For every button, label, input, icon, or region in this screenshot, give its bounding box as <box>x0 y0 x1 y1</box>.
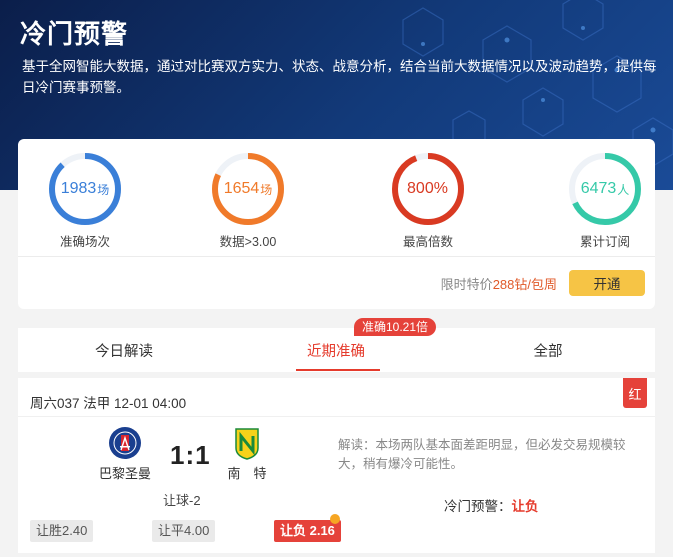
tab-today[interactable]: 今日解读 <box>18 328 230 372</box>
analysis-text: 解读：本场两队基本面差距明显，但必发交易规模较大，稍有爆冷可能性。 <box>338 438 626 471</box>
tab-bar: 今日解读 近期准确 全部 <box>18 328 655 372</box>
stat-label: 准确场次 <box>59 235 110 249</box>
warning-value: 让负 <box>511 499 539 514</box>
home-team[interactable]: 巴黎圣曼 <box>90 426 160 482</box>
stat-max-multiple: 800% 最高倍数 <box>383 151 473 250</box>
stat-number: 6473 <box>580 180 617 197</box>
match-card[interactable]: 周六037 法甲 12-01 04:00 红 巴黎圣曼 1:1 南 特 让球-2… <box>18 378 655 553</box>
price-prefix: 限时特价 <box>440 277 493 292</box>
stat-accurate-count: 1983 场 准确场次 <box>40 151 130 250</box>
active-tab-indicator <box>296 369 380 371</box>
stat-value: 1654 场 <box>210 151 286 227</box>
stat-value: 800% <box>390 151 466 227</box>
stat-number: 800% <box>407 180 448 197</box>
progress-ring: 6473 人 <box>567 151 643 227</box>
upset-warning: 冷门预警：让负 <box>444 495 539 515</box>
stat-number: 1983 <box>60 180 97 197</box>
stat-label: 最高倍数 <box>402 235 453 249</box>
stat-label: 累计订阅 <box>579 235 630 249</box>
divider <box>18 416 655 417</box>
away-team[interactable]: 南 特 <box>212 426 282 482</box>
home-team-name: 巴黎圣曼 <box>98 466 151 481</box>
accuracy-badge: 准确10.21倍 <box>354 318 437 336</box>
stat-unit: 场 <box>97 182 110 197</box>
away-team-name: 南 特 <box>227 466 267 481</box>
handicap-label: 让球-2 <box>163 493 201 508</box>
divider <box>18 256 655 257</box>
nantes-logo-icon <box>230 426 264 460</box>
page-description: 基于全网智能大数据，通过对比赛双方实力、状态、战意分析，结合当前大数据情况以及波… <box>22 59 657 95</box>
stat-unit: 人 <box>617 182 630 197</box>
price-value: 288钻/包周 <box>492 277 557 292</box>
odds-handicap-lose[interactable]: 让负 2.16 <box>274 520 341 542</box>
stat-subscribers: 6473 人 累计订阅 <box>560 151 650 250</box>
price-info: 限时特价288钻/包周 <box>441 274 557 293</box>
progress-ring: 1654 场 <box>210 151 286 227</box>
stat-over-3: 1654 场 数据>3.00 <box>203 151 293 250</box>
subscribe-button[interactable]: 开通 <box>569 270 645 296</box>
progress-ring: 800% <box>390 151 466 227</box>
stats-card: 1983 场 准确场次 1654 场 数据>3.00 800% 最高倍数 6473 人 <box>18 139 655 309</box>
stat-unit: 场 <box>260 182 273 197</box>
stat-value: 1983 场 <box>47 151 123 227</box>
warning-label: 冷门预警： <box>444 499 512 514</box>
psg-logo-icon <box>108 426 142 460</box>
stat-value: 6473 人 <box>567 151 643 227</box>
stat-label: 数据>3.00 <box>219 235 277 249</box>
match-score: 1:1 <box>170 440 211 470</box>
match-header: 周六037 法甲 12-01 04:00 <box>30 396 187 411</box>
page-title: 冷门预警 <box>20 19 129 49</box>
progress-ring: 1983 场 <box>47 151 123 227</box>
tab-all[interactable]: 全部 <box>442 328 654 372</box>
hit-marker-icon <box>330 514 340 524</box>
odds-handicap-draw[interactable]: 让平4.00 <box>152 520 216 542</box>
stat-number: 1654 <box>223 180 260 197</box>
odds-handicap-win[interactable]: 让胜2.40 <box>30 520 94 542</box>
result-tag: 红 <box>623 378 647 408</box>
